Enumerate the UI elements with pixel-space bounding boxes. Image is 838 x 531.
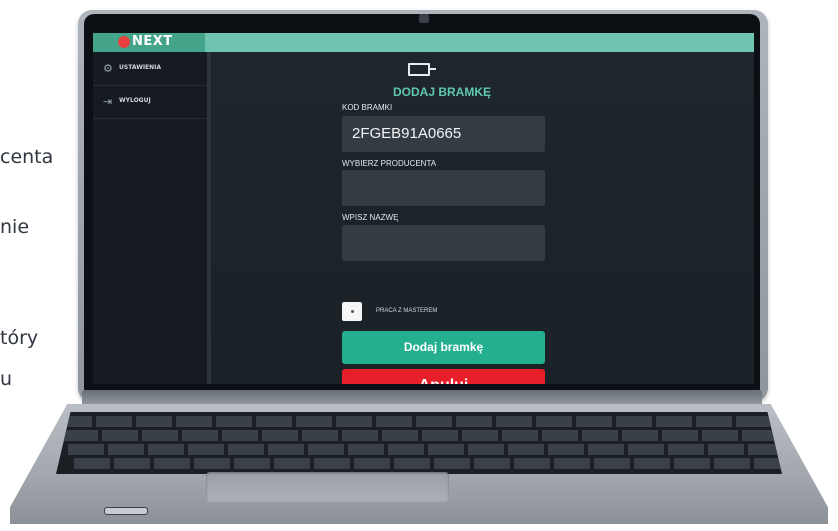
logout-icon: ⇥ (103, 95, 113, 108)
main-panel: DODAJ BRAMKĘ KOD BRAMKI 2FGEB91A0665 WYB… (211, 52, 754, 384)
producer-select[interactable] (342, 170, 545, 206)
key-row (62, 430, 782, 441)
logo-text: NEXT (132, 34, 173, 49)
name-label: WPISZ NAZWĘ (342, 213, 399, 222)
page-title: DODAJ BRAMKĘ (392, 85, 491, 99)
keyboard (56, 412, 782, 474)
gateway-icon (408, 63, 436, 76)
status-led (104, 507, 148, 515)
key-row (68, 444, 782, 455)
code-label: KOD BRAMKI (342, 103, 393, 112)
background-text-1: centa (0, 146, 54, 168)
touchpad (206, 472, 449, 502)
sidebar-item-logout[interactable]: ⇥ WYLOGUJ (93, 85, 207, 119)
add-gateway-button[interactable]: Dodaj bramkę (342, 331, 545, 364)
background-text-3: tóry (0, 327, 39, 349)
name-field[interactable] (342, 225, 545, 261)
master-checkbox-label: PRACA Z MASTEREM (376, 308, 438, 314)
key-row (56, 416, 782, 427)
sidebar-item-label: WYLOGUJ (119, 97, 151, 104)
gateway-code-field[interactable]: 2FGEB91A0665 (342, 116, 545, 152)
master-checkbox[interactable] (342, 302, 362, 321)
sidebar-item-label: USTAWIENIA (119, 64, 162, 71)
sidebar-item-settings[interactable]: ⚙ USTAWIENIA (93, 52, 207, 86)
producer-label: WYBIERZ PRODUCENTA (342, 159, 437, 168)
background-text-2: nie (0, 216, 30, 238)
app-screen: NEXT ⚙ USTAWIENIA ⇥ WYLOGUJ DODAJ BRAMKĘ… (93, 33, 754, 384)
background-text-4: u (0, 368, 13, 390)
camera-icon (419, 14, 429, 23)
gear-icon: ⚙ (103, 62, 113, 75)
logo[interactable]: NEXT (93, 33, 205, 52)
cancel-button[interactable]: Anuluj (342, 369, 545, 384)
gateway-code-value: 2FGEB91A0665 (352, 125, 462, 142)
checkbox-mark (351, 310, 354, 313)
sidebar: ⚙ USTAWIENIA ⇥ WYLOGUJ (93, 52, 211, 384)
power-icon (118, 36, 130, 48)
key-row (74, 458, 782, 469)
